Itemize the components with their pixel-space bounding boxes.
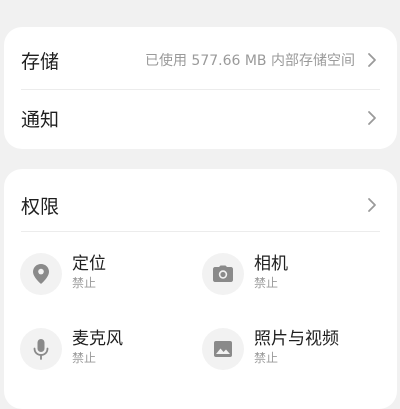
permission-name: 照片与视频	[254, 329, 339, 349]
storage-row[interactable]: 存储 已使用 577.66 MB 内部存储空间	[4, 30, 397, 90]
chevron-right-icon	[368, 111, 376, 125]
chevron-right-icon	[368, 53, 376, 67]
permission-item-location[interactable]: 定位 禁止	[6, 247, 186, 301]
microphone-icon	[33, 339, 49, 360]
permission-item-photos-videos[interactable]: 照片与视频 禁止	[188, 322, 368, 376]
chevron-right-icon	[368, 198, 376, 212]
permission-status: 禁止	[72, 276, 97, 290]
storage-usage-value: 已使用 577.66 MB 内部存储空间	[144, 53, 355, 69]
microphone-icon-badge	[20, 328, 62, 370]
permissions-card: 权限 定位 禁止 相机 禁止 麦克风 禁止 照片与视频 禁止	[4, 169, 397, 409]
permission-item-camera[interactable]: 相机 禁止	[188, 247, 368, 301]
photo-icon-badge	[202, 328, 244, 370]
permissions-header-row[interactable]: 权限	[4, 175, 397, 235]
notifications-label: 通知	[21, 108, 60, 131]
location-icon	[33, 264, 49, 284]
permission-status: 禁止	[72, 351, 97, 365]
permission-name: 麦克风	[72, 329, 123, 349]
location-icon-badge	[20, 253, 62, 295]
storage-notification-card: 存储 已使用 577.66 MB 内部存储空间 通知	[4, 27, 397, 149]
storage-label: 存储	[21, 50, 60, 73]
notifications-row[interactable]: 通知	[4, 88, 397, 148]
permission-item-microphone[interactable]: 麦克风 禁止	[6, 322, 186, 376]
permissions-label: 权限	[21, 195, 60, 218]
permission-status: 禁止	[254, 351, 279, 365]
photo-icon	[214, 341, 232, 357]
divider	[21, 231, 380, 232]
camera-icon	[213, 265, 233, 282]
permission-name: 相机	[254, 254, 288, 274]
permission-status: 禁止	[254, 276, 279, 290]
camera-icon-badge	[202, 253, 244, 295]
permission-name: 定位	[72, 254, 106, 274]
